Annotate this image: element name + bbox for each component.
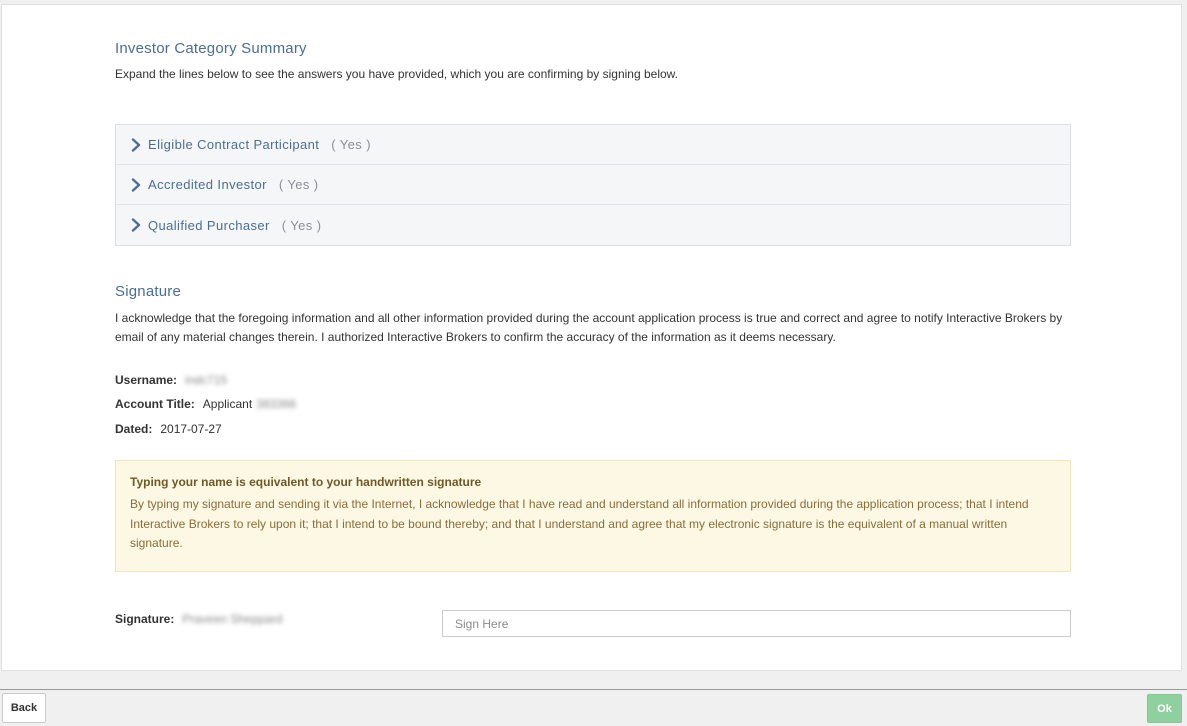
notice-title: Typing your name is equivalent to your h… [130,475,482,489]
username-row: Username: indc715 [115,373,227,387]
signature-input[interactable] [442,610,1071,637]
signature-name-row: Signature: Praveen Sheppard [115,612,282,626]
username-value: indc715 [185,373,228,387]
chevron-right-icon [130,218,142,232]
signature-name: Praveen Sheppard [182,612,283,626]
main-panel: Investor Category Summary Expand the lin… [1,4,1182,671]
accordion-item-answer: ( Yes ) [281,217,322,233]
accordion-item-answer: ( Yes ) [278,177,319,192]
notice-text: By typing my signature and sending it vi… [130,497,1029,550]
accordion-item-label: Accredited Investor [148,177,267,192]
summary-title: Investor Category Summary [115,40,307,57]
summary-intro: Expand the lines below to see the answer… [115,67,678,81]
account-title-label: Account Title: [115,397,195,411]
chevron-right-icon [130,137,142,152]
dated-label: Dated: [115,422,153,436]
accordion-item-label: Eligible Contract Participant [148,137,320,152]
account-title-value: Applicant [202,397,253,411]
account-title-row: Account Title: Applicant 383366 [115,397,296,411]
footer-divider [0,689,1187,690]
chevron-right-icon [130,177,142,192]
account-title-id: 383366 [256,397,297,411]
ok-button[interactable]: Ok [1147,694,1182,723]
accordion-item-eligible-contract-participant[interactable]: Eligible Contract Participant ( Yes ) [116,125,1070,165]
accordion-item-qualified-purchaser[interactable]: Qualified Purchaser ( Yes ) [116,205,1070,245]
accordion-item-label: Qualified Purchaser [148,217,270,233]
signature-notice: Typing your name is equivalent to your h… [115,460,1071,572]
dated-value: 2017-07-27 [160,422,222,436]
dated-row: Dated: 2017-07-27 [115,422,222,436]
signature-label: Signature: [115,612,175,626]
signature-title: Signature [115,283,182,300]
accordion-item-answer: ( Yes ) [331,137,371,152]
accordion-item-accredited-investor[interactable]: Accredited Investor ( Yes ) [116,165,1070,205]
username-label: Username: [115,373,178,387]
back-button[interactable]: Back [2,693,46,723]
acknowledgement-text: I acknowledge that the foregoing informa… [115,311,1063,344]
investor-category-accordion: Eligible Contract Participant ( Yes ) Ac… [115,124,1071,246]
